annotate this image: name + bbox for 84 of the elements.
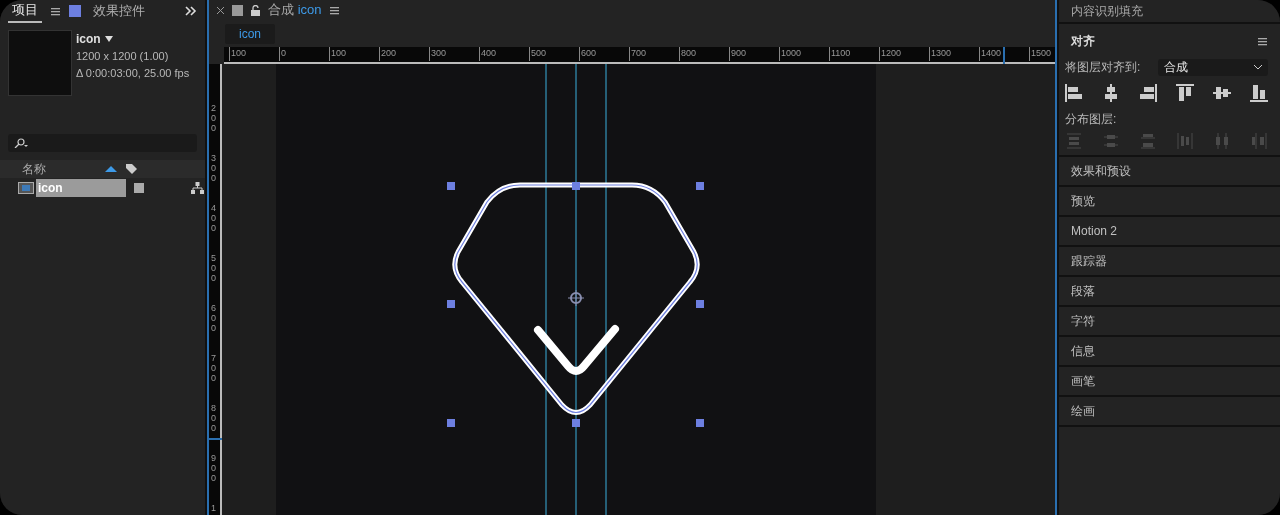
align-icon[interactable]: [1139, 84, 1157, 102]
composition-tab[interactable]: icon: [225, 23, 275, 44]
ruler-label: 900: [211, 454, 217, 484]
ruler-label: 1: [211, 504, 217, 514]
ruler-label: 1100: [829, 47, 851, 62]
guide-line[interactable]: [545, 64, 547, 515]
ruler-label: 100: [329, 47, 347, 62]
tag-icon[interactable]: [125, 163, 137, 175]
guide-line[interactable]: [575, 64, 577, 515]
ruler-label: 800: [211, 404, 217, 434]
field-label: 分布图层:: [1065, 111, 1118, 128]
ruler-label: 1400: [979, 47, 1002, 62]
align-icon[interactable]: [1176, 84, 1194, 102]
menu-icon[interactable]: [1257, 35, 1268, 47]
selection-handle[interactable]: [447, 419, 455, 427]
item-name: icon: [76, 31, 101, 48]
guide-line[interactable]: [605, 64, 607, 515]
search-icon: [14, 138, 28, 148]
chevron-down-icon: [1254, 64, 1262, 70]
panel-tab[interactable]: 项目: [8, 0, 42, 23]
square-icon: [69, 5, 81, 17]
align-icon[interactable]: [1250, 84, 1268, 102]
panel-title: 对齐: [1071, 33, 1095, 50]
ruler-label: 1200: [879, 47, 902, 62]
sort-ascending-icon[interactable]: [105, 166, 117, 172]
panel-header[interactable]: 绘画: [1059, 397, 1280, 425]
ruler-label: 800: [679, 47, 697, 62]
ruler-label: 100: [229, 47, 247, 62]
label-color-icon[interactable]: [134, 182, 144, 193]
ruler-label: 200: [211, 104, 217, 134]
ruler-label: 300: [211, 154, 217, 184]
ruler-label: 1500: [1029, 47, 1052, 62]
selection-handle[interactable]: [447, 300, 455, 308]
ruler-label: 1300: [929, 47, 952, 62]
menu-icon[interactable]: [329, 4, 341, 16]
ruler-label: 500: [529, 47, 547, 62]
ruler-label: 500: [211, 254, 217, 284]
panel-title: 合成 icon: [268, 1, 322, 20]
menu-icon[interactable]: [50, 5, 61, 17]
field-label: 将图层对齐到:: [1065, 59, 1141, 76]
square-icon: [232, 4, 243, 16]
thumbnail-preview: [8, 30, 72, 96]
align-icon[interactable]: [1213, 84, 1231, 102]
align-icon[interactable]: [1102, 84, 1120, 102]
ruler-label: 700: [211, 354, 217, 384]
shape-layer-drawing[interactable]: [447, 182, 704, 427]
composition-icon: [18, 181, 34, 194]
flowchart-icon[interactable]: [191, 181, 204, 194]
ruler-label: 0: [279, 47, 286, 62]
anchor-point-icon[interactable]: [567, 289, 585, 307]
panel-header[interactable]: 效果和预设: [1059, 157, 1280, 185]
selection-handle[interactable]: [696, 182, 704, 190]
ruler-label: 200: [379, 47, 397, 62]
close-icon[interactable]: [217, 6, 224, 14]
selection-handle[interactable]: [572, 419, 580, 427]
selection-handle[interactable]: [572, 182, 580, 190]
double-chevron-icon[interactable]: [185, 6, 197, 16]
selection-handle[interactable]: [696, 300, 704, 308]
caret-icon[interactable]: [104, 36, 113, 42]
panel-header[interactable]: 预览: [1059, 187, 1280, 215]
lock-icon[interactable]: [251, 4, 260, 16]
ruler-label: 600: [211, 304, 217, 334]
panel-header[interactable]: 画笔: [1059, 367, 1280, 395]
ruler-label: 400: [479, 47, 497, 62]
dropdown-value: 合成: [1164, 59, 1188, 76]
ruler-label: 600: [579, 47, 597, 62]
ruler-label: 1000: [779, 47, 802, 62]
item-duration: Δ 0:00:03:00, 25.00 fps: [76, 65, 190, 81]
selection-handle[interactable]: [447, 182, 455, 190]
panel-header[interactable]: 段落: [1059, 277, 1280, 305]
panel-header[interactable]: Motion 2: [1059, 217, 1280, 245]
panel-header[interactable]: 信息: [1059, 337, 1280, 365]
panel-header[interactable]: 字符: [1059, 307, 1280, 335]
search-field[interactable]: [8, 134, 197, 152]
ruler-label: 900: [729, 47, 747, 62]
panel-tab[interactable]: 效果控件: [89, 0, 149, 22]
ruler-label: 300: [429, 47, 447, 62]
selection-handle[interactable]: [696, 419, 704, 427]
align-to-dropdown[interactable]: 合成: [1158, 58, 1268, 76]
ruler-label: 400: [211, 204, 217, 234]
align-icon[interactable]: [1065, 84, 1083, 102]
item-size: 1200 x 1200 (1.00): [76, 49, 170, 64]
ruler-label: 700: [629, 47, 647, 62]
panel-header[interactable]: 跟踪器: [1059, 247, 1280, 275]
